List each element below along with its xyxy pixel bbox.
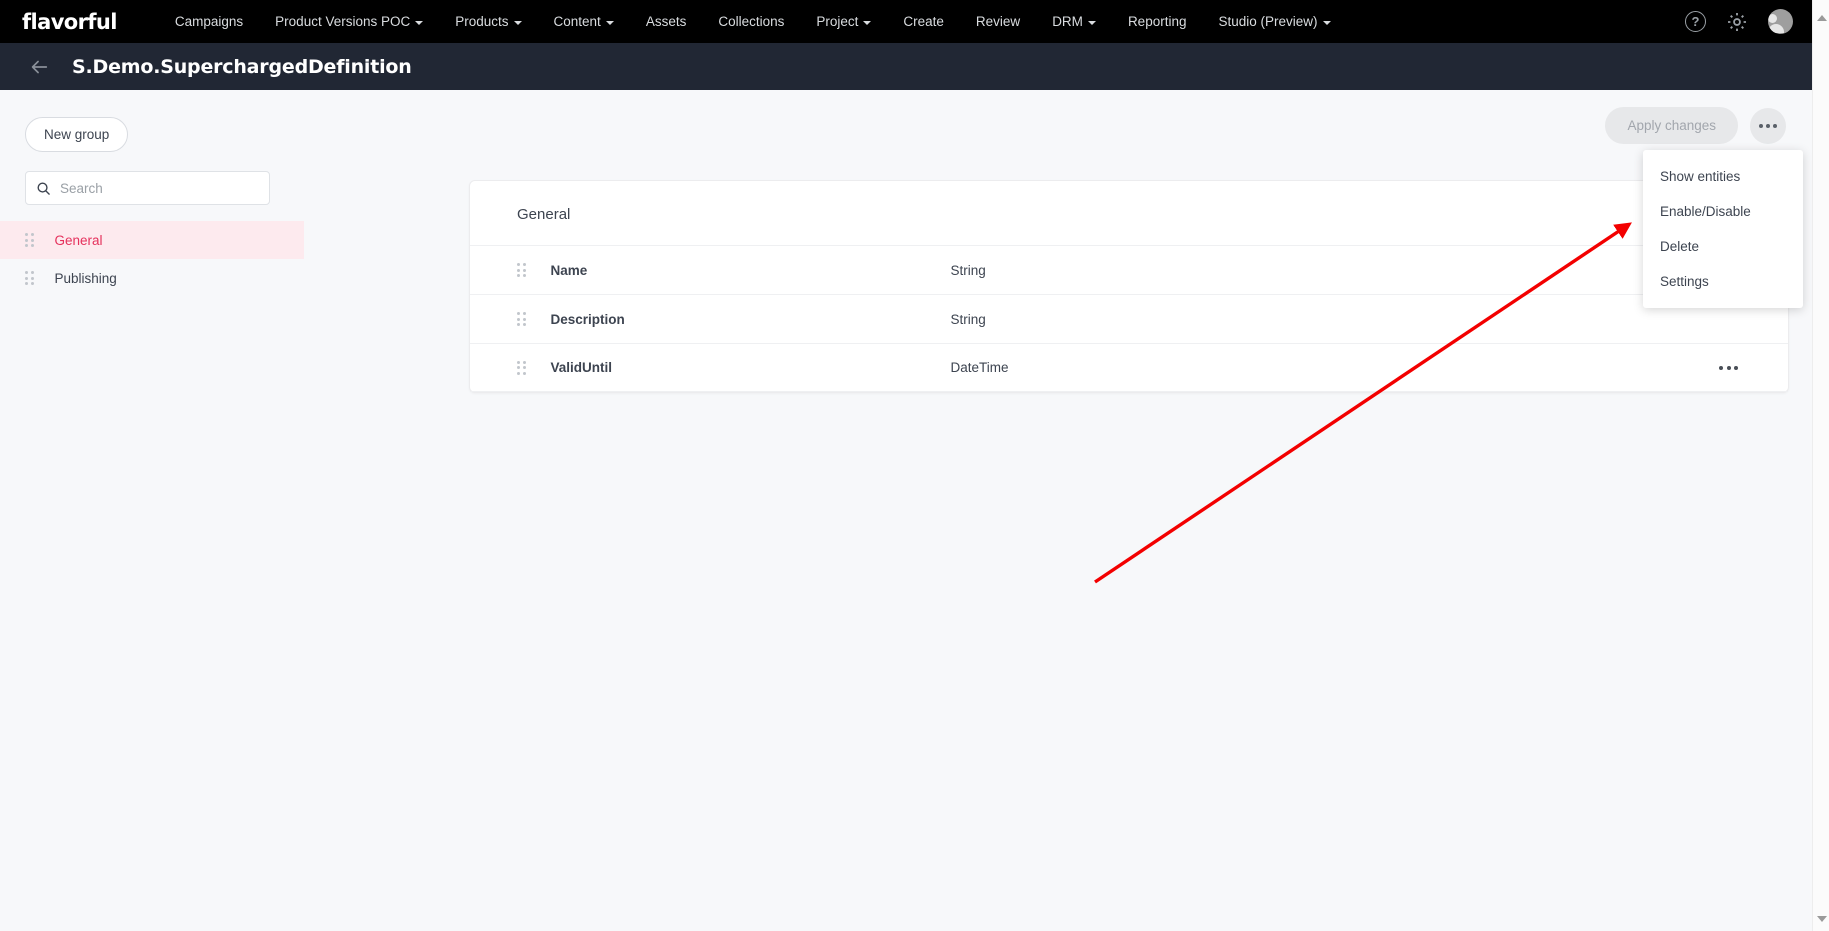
nav-item-label: Create [903, 14, 944, 29]
nav-items: Campaigns Product Versions POC Products Con… [159, 0, 1347, 43]
drag-handle-icon[interactable] [25, 271, 34, 285]
search-input[interactable] [60, 180, 250, 196]
nav-item-campaigns[interactable]: Campaigns [159, 0, 259, 43]
nav-right-icons: ? [1685, 0, 1793, 43]
help-icon[interactable]: ? [1685, 11, 1706, 32]
new-group-button[interactable]: New group [25, 117, 129, 152]
nav-item-label: Reporting [1127, 14, 1187, 29]
search-icon [37, 182, 50, 195]
field-name: ValidUntil [550, 360, 613, 375]
nav-item-label: Project [816, 14, 859, 29]
chevron-down-icon [513, 20, 522, 25]
field-type: DateTime [950, 360, 1009, 375]
nav-item-label: Studio (Preview) [1218, 14, 1318, 29]
drag-handle-icon[interactable] [517, 360, 526, 375]
apply-changes-button[interactable]: Apply changes [1605, 107, 1738, 144]
sidebar-item-label: Publishing [54, 270, 117, 286]
nav-item-drm[interactable]: DRM [1036, 0, 1112, 43]
group-card: General Name String Description String Valid… [469, 180, 1789, 393]
field-type: String [950, 262, 986, 278]
field-type: String [950, 311, 986, 327]
nav-item-label: Collections [718, 14, 785, 29]
nav-item-project[interactable]: Project [800, 0, 887, 43]
chevron-down-icon [605, 20, 614, 25]
sidebar-item-publishing[interactable]: Publishing [0, 259, 304, 297]
groups-sidebar: New group General Publishing [0, 90, 304, 931]
nav-item-create[interactable]: Create [887, 0, 960, 43]
work-area: New group General Publishing Apply change… [0, 90, 1812, 931]
page-title: S.Demo.SuperchargedDefinition [72, 55, 412, 78]
chevron-down-icon [863, 20, 872, 25]
nav-item-products[interactable]: Products [439, 0, 537, 43]
field-name: Name [550, 262, 588, 278]
table-row[interactable]: Name String [470, 245, 1788, 294]
avatar[interactable] [1768, 9, 1793, 34]
nav-item-product-versions-poc[interactable]: Product Versions POC [259, 0, 439, 43]
card-title: General [517, 206, 571, 223]
app-logo[interactable]: flavorful [22, 10, 117, 34]
table-row[interactable]: Description String [470, 294, 1788, 343]
vertical-scrollbar[interactable] [1812, 0, 1829, 931]
scroll-up-icon[interactable] [1813, 9, 1829, 26]
nav-item-studio-preview[interactable]: Studio (Preview) [1202, 0, 1346, 43]
nav-item-label: Review [975, 14, 1021, 29]
page-titlebar: S.Demo.SuperchargedDefinition [0, 43, 1829, 90]
menu-item-enable-disable[interactable]: Enable/Disable [1643, 194, 1803, 229]
chevron-down-icon [1087, 20, 1096, 25]
drag-handle-icon[interactable] [517, 263, 526, 277]
more-actions-menu: Show entities Enable/Disable Delete Setting… [1643, 150, 1803, 308]
nav-item-reporting[interactable]: Reporting [1112, 0, 1203, 43]
nav-item-label: Products [455, 14, 509, 29]
group-list: General Publishing [0, 221, 304, 297]
menu-item-show-entities[interactable]: Show entities [1643, 159, 1803, 194]
nav-item-assets[interactable]: Assets [630, 0, 703, 43]
chevron-down-icon [415, 20, 424, 25]
search-box[interactable] [25, 171, 270, 205]
nav-item-review[interactable]: Review [960, 0, 1036, 43]
nav-item-label: DRM [1052, 14, 1083, 29]
top-navigation-bar: flavorful Campaigns Product Versions POC P… [0, 0, 1829, 43]
more-actions-button[interactable] [1750, 107, 1786, 144]
gear-icon[interactable] [1726, 11, 1748, 33]
nav-item-label: Content [553, 14, 601, 29]
field-rows: Name String Description String ValidUntil Dat… [470, 245, 1788, 392]
sidebar-item-general[interactable]: General [0, 221, 304, 259]
row-more-actions-button[interactable] [1719, 365, 1738, 370]
menu-item-delete[interactable]: Delete [1643, 229, 1803, 264]
nav-item-label: Assets [645, 14, 687, 29]
nav-item-label: Product Versions POC [275, 14, 411, 29]
chevron-down-icon [1322, 20, 1331, 25]
table-row[interactable]: ValidUntil DateTime [470, 343, 1788, 392]
back-arrow-icon[interactable] [28, 56, 50, 78]
main-panel: Apply changes Show entities Enable/Disabl… [304, 90, 1812, 931]
field-name: Description [550, 311, 625, 327]
nav-item-content[interactable]: Content [538, 0, 630, 43]
drag-handle-icon[interactable] [25, 233, 34, 247]
main-toolbar: Apply changes [1605, 107, 1786, 144]
scroll-down-icon[interactable] [1813, 910, 1829, 927]
nav-item-label: Campaigns [174, 14, 244, 29]
nav-item-collections[interactable]: Collections [702, 0, 800, 43]
menu-item-settings[interactable]: Settings [1643, 264, 1803, 299]
drag-handle-icon[interactable] [517, 312, 526, 326]
sidebar-item-label: General [54, 232, 103, 248]
